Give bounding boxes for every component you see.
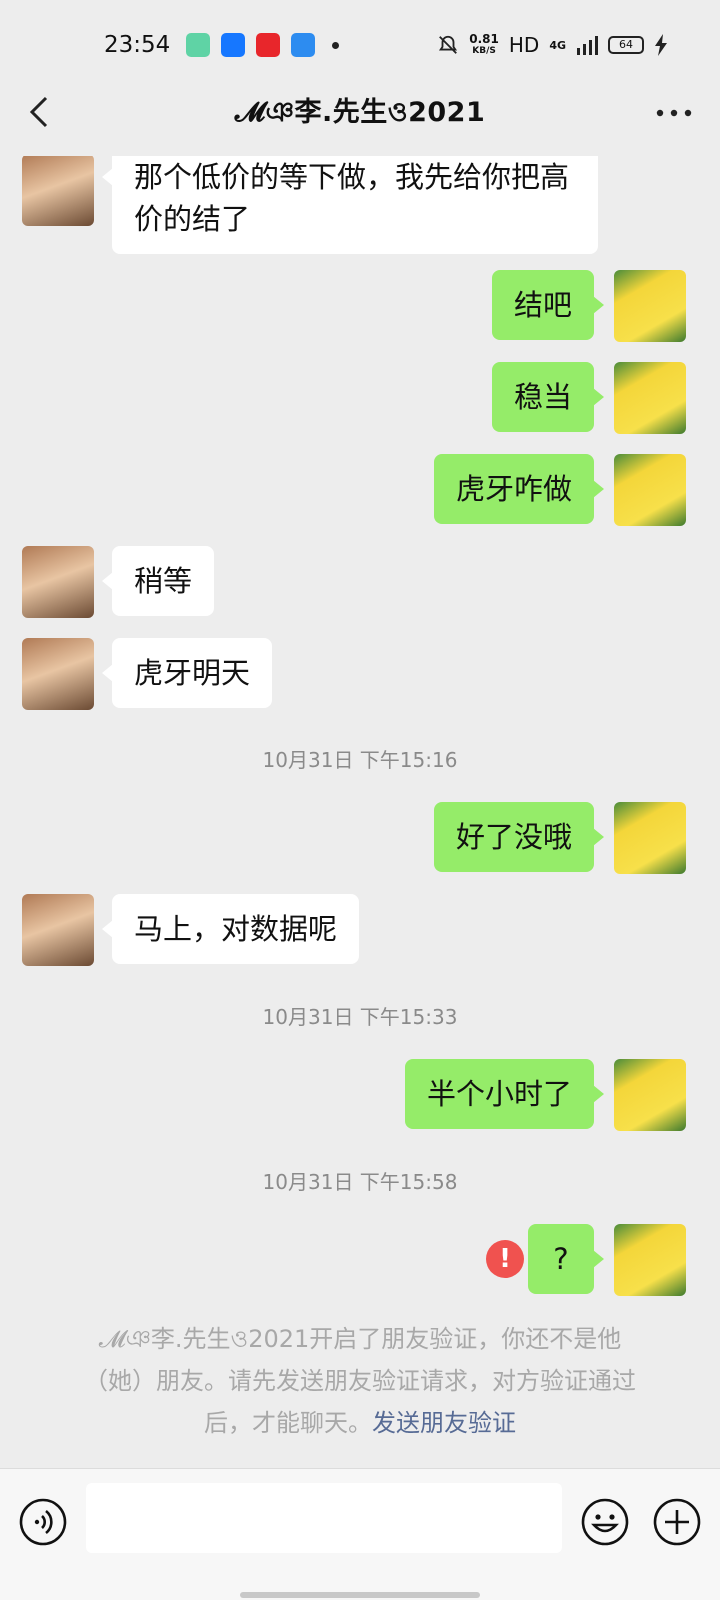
- app-notification-icon: [291, 33, 316, 57]
- message-timestamp: 10月31日 下午15:33: [262, 1005, 458, 1029]
- self-avatar[interactable]: [614, 270, 686, 342]
- chevron-left-icon[interactable]: [22, 92, 62, 132]
- app-notification-icon: [186, 33, 211, 57]
- message-bubble-outgoing[interactable]: ?: [528, 1224, 604, 1294]
- notice-text: 𝓜ঞ李.先生ও2021开启了朋友验证，你还不是他（她）朋友。请先发送朋友验证请求…: [84, 1325, 636, 1437]
- network-speed: 0.81 KB/S: [469, 32, 499, 56]
- contact-avatar[interactable]: [22, 546, 94, 618]
- more-horizontal-icon[interactable]: [654, 98, 694, 128]
- contact-avatar[interactable]: [22, 156, 94, 226]
- self-avatar[interactable]: [614, 1224, 686, 1296]
- self-avatar[interactable]: [614, 362, 686, 434]
- chat-title: 𝓜ঞ李.先生ও2021: [234, 96, 486, 128]
- self-avatar[interactable]: [614, 1059, 686, 1131]
- message-bubble-outgoing[interactable]: 稳当: [491, 362, 605, 432]
- home-indicator[interactable]: [240, 1592, 480, 1598]
- emoji-icon[interactable]: [580, 1497, 630, 1547]
- message-bubble-incoming[interactable]: 稍等: [101, 546, 215, 616]
- network-type: 4G: [549, 38, 566, 52]
- chat-header: 𝓜ঞ李.先生ও2021: [0, 70, 720, 156]
- send-friend-request-link[interactable]: 发送朋友验证: [372, 1409, 516, 1437]
- friend-verification-notice: 𝓜ঞ李.先生ও2021开启了朋友验证，你还不是他（她）朋友。请先发送朋友验证请求…: [70, 1318, 650, 1444]
- message-bubble-outgoing[interactable]: 好了没哦: [433, 802, 605, 872]
- message-input-bar: [0, 1468, 720, 1600]
- contact-avatar[interactable]: [22, 638, 94, 710]
- app-notification-icon: [256, 33, 281, 57]
- contact-avatar[interactable]: [22, 894, 94, 966]
- message-bubble-outgoing[interactable]: 虎牙咋做: [433, 454, 605, 524]
- message-bubble-incoming[interactable]: 马上，对数据呢: [101, 894, 360, 964]
- status-time: 23:54: [104, 32, 171, 58]
- message-bubble-outgoing[interactable]: 半个小时了: [404, 1059, 605, 1129]
- message-timestamp: 10月31日 下午15:58: [262, 1170, 458, 1194]
- more-notifications-icon: [332, 41, 340, 49]
- plus-icon[interactable]: [652, 1497, 702, 1547]
- message-list[interactable]: 那个低价的等下做，我先给你把高价的结了 结吧 稳当 虎牙咋做 稍等 虎牙明天 1…: [0, 156, 720, 1468]
- signal-icon: [577, 36, 598, 55]
- battery-indicator: 64: [608, 36, 644, 54]
- hd-indicator: HD: [508, 33, 540, 57]
- mute-bell-icon: [439, 35, 458, 54]
- charging-icon: [655, 34, 667, 56]
- self-avatar[interactable]: [614, 802, 686, 874]
- message-bubble-incoming[interactable]: 虎牙明天: [101, 638, 273, 708]
- message-bubble-incoming[interactable]: 那个低价的等下做，我先给你把高价的结了: [102, 156, 598, 254]
- alipay-icon: [221, 33, 246, 57]
- message-bubble-outgoing[interactable]: 结吧: [491, 270, 605, 340]
- send-failed-icon[interactable]: !: [486, 1240, 524, 1278]
- voice-icon[interactable]: [18, 1497, 68, 1547]
- self-avatar[interactable]: [614, 454, 686, 526]
- message-input[interactable]: [86, 1483, 562, 1553]
- message-timestamp: 10月31日 下午15:16: [262, 748, 458, 772]
